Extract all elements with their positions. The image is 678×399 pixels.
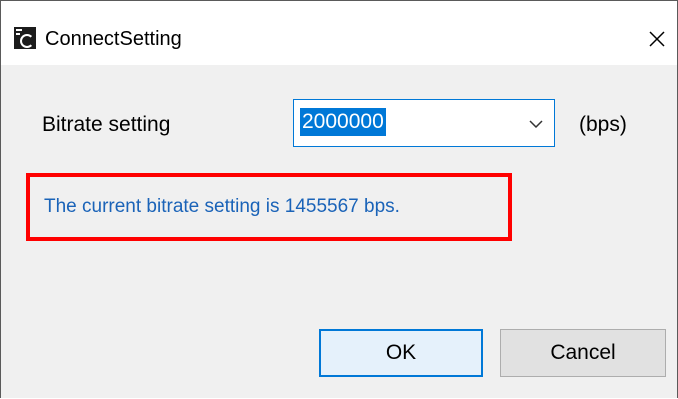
bitrate-selected-value[interactable]: 2000000 <box>300 108 386 136</box>
ok-button[interactable]: OK <box>319 329 483 377</box>
cancel-button[interactable]: Cancel <box>500 329 666 377</box>
bitrate-dropdown[interactable]: 2000000 <box>293 99 555 147</box>
title-bar: ConnectSetting <box>1 1 677 65</box>
window-title: ConnectSetting <box>45 28 182 50</box>
unit-label: (bps) <box>579 113 627 136</box>
connect-setting-dialog: ConnectSetting Bitrate setting 2000000 (… <box>0 0 678 398</box>
current-bitrate-highlight: The current bitrate setting is 1455567 b… <box>26 173 512 241</box>
bitrate-label: Bitrate setting <box>42 113 171 136</box>
app-icon-glyph <box>20 34 34 48</box>
app-icon-stripe <box>16 29 22 31</box>
close-icon <box>649 31 665 47</box>
app-icon-stripe <box>16 33 20 35</box>
close-button[interactable] <box>641 23 673 55</box>
current-bitrate-message: The current bitrate setting is 1455567 b… <box>44 196 400 217</box>
app-icon <box>14 27 36 49</box>
chevron-down-icon[interactable] <box>528 116 544 132</box>
